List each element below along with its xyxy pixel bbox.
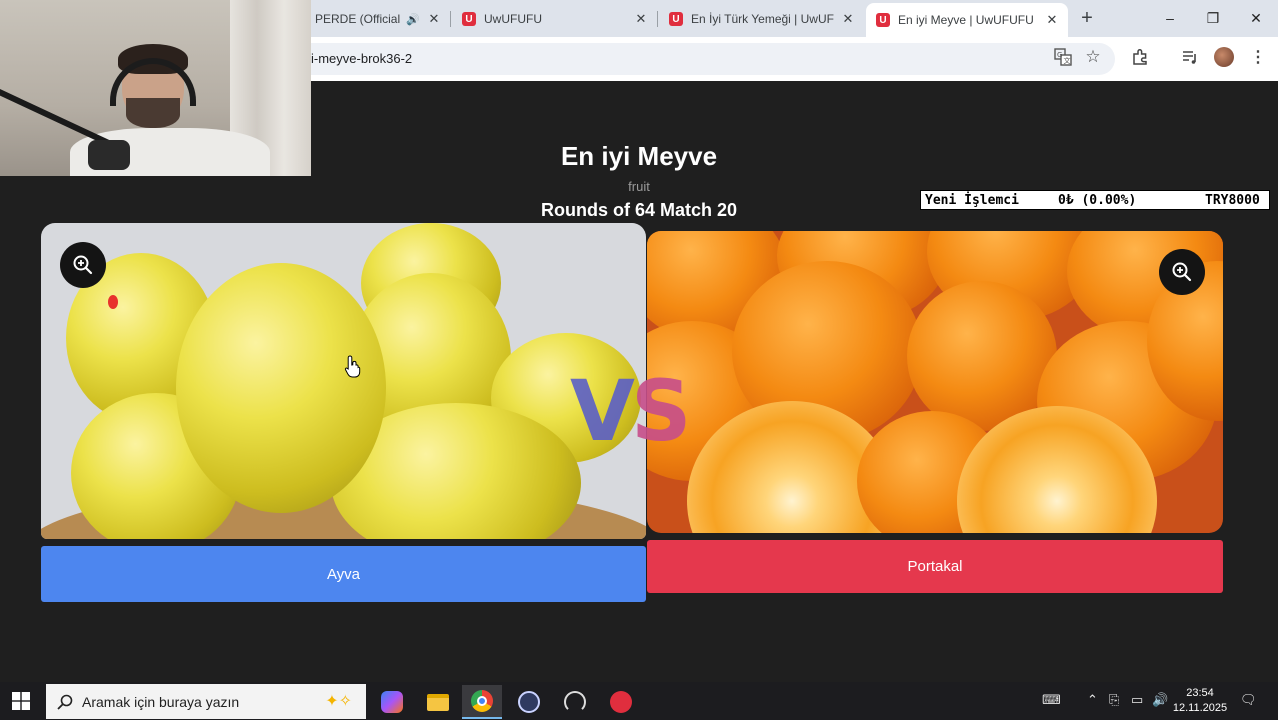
zoom-in-button[interactable]: [60, 242, 106, 288]
maximize-button[interactable]: ❐: [1193, 6, 1233, 30]
svg-text:文: 文: [1064, 56, 1071, 65]
tab-separator: [450, 11, 451, 27]
close-icon[interactable]: ✕: [1044, 12, 1060, 28]
clock-date: 12.11.2025: [1172, 702, 1228, 714]
zoom-in-icon: [1172, 262, 1192, 282]
media-control-icon[interactable]: [1179, 46, 1201, 68]
chrome-icon[interactable]: [462, 685, 502, 719]
copilot-icon[interactable]: [372, 685, 412, 719]
keyboard-icon[interactable]: ⌨: [1042, 692, 1061, 708]
uwufufu-favicon-icon: U: [669, 12, 683, 26]
tab-title: En iyi Meyve | UwUFUFU: [898, 13, 1034, 27]
svg-text:G: G: [1057, 51, 1062, 59]
zoom-in-button[interactable]: [1159, 249, 1205, 295]
stock-ticker-overlay: Yeni İşlemci 0₺ (0.00%) TRY8000: [920, 190, 1270, 210]
chevron-up-icon[interactable]: ⌃: [1087, 692, 1098, 708]
left-choice-image[interactable]: [41, 223, 646, 539]
obs-icon[interactable]: [509, 685, 549, 719]
ticker-change: 0₺ (0.00%): [1058, 193, 1137, 208]
vs-letter-v: V: [570, 362, 635, 460]
tab-turk-yemegi[interactable]: U En İyi Türk Yemeği | UwUFUF ✕: [659, 3, 864, 35]
tab-title: UwUFUFU: [484, 12, 542, 26]
search-placeholder: Aramak için buraya yazın: [82, 693, 240, 710]
ticker-name: Yeni İşlemci: [925, 193, 1019, 208]
hand-cursor-icon: [344, 355, 361, 378]
tab-uwufufu[interactable]: U UwUFUFU ✕: [452, 3, 657, 35]
close-icon[interactable]: ✕: [633, 11, 649, 27]
close-icon[interactable]: ✕: [426, 11, 442, 27]
speedtest-icon[interactable]: [555, 685, 595, 719]
right-choice-image[interactable]: [647, 231, 1223, 533]
zoom-in-icon: [73, 255, 93, 275]
menu-icon[interactable]: ⋮: [1247, 46, 1269, 68]
translate-icon[interactable]: G文: [1052, 46, 1074, 68]
tab-title: PERDE (Official V: [315, 12, 403, 26]
windows-start-icon[interactable]: [12, 692, 30, 710]
taskbar-search-box[interactable]: Aramak için buraya yazın ✦✧: [46, 684, 366, 719]
ticker-price: TRY8000: [1205, 193, 1260, 208]
red-marker: [108, 295, 118, 309]
right-choice-label: Portakal: [907, 558, 963, 575]
choose-left-button[interactable]: Ayva: [41, 546, 646, 602]
uwufufu-favicon-icon: U: [462, 12, 476, 26]
tab-separator: [657, 11, 658, 27]
app-icon[interactable]: [601, 685, 641, 719]
choose-right-button[interactable]: Portakal: [647, 540, 1223, 593]
page-title: En iyi Meyve: [560, 141, 718, 171]
url-text[interactable]: i-meyve-brok36-2: [311, 51, 412, 66]
vs-label: VS: [570, 362, 691, 460]
extensions-icon[interactable]: [1129, 46, 1151, 68]
close-window-button[interactable]: ✕: [1236, 6, 1276, 30]
uwufufu-favicon-icon: U: [876, 13, 890, 27]
new-tab-button[interactable]: +: [1076, 8, 1098, 30]
notification-icon[interactable]: 🗨: [1240, 692, 1257, 708]
quince-fruit-main: [176, 263, 386, 513]
profile-avatar[interactable]: [1213, 46, 1235, 68]
tab-youtube[interactable]: PERDE (Official V 🔊 ✕: [305, 3, 450, 35]
tab-en-iyi-meyve[interactable]: U En iyi Meyve | UwUFUFU ✕: [866, 3, 1068, 37]
tab-title: En İyi Türk Yemeği | UwUFUF: [691, 12, 834, 26]
file-explorer-icon[interactable]: [418, 685, 458, 719]
meet-icon[interactable]: ⎘: [1109, 692, 1119, 708]
vs-letter-s: S: [631, 362, 691, 460]
taskbar-clock[interactable]: 23:54 12.11.2025: [1170, 686, 1230, 716]
sparkle-icon: ✦✧: [325, 693, 352, 710]
search-icon: [57, 694, 73, 710]
windows-taskbar: Aramak için buraya yazın ✦✧ ⌨ ⌃ ⎘ ▭ 🔊 23…: [0, 682, 1278, 720]
clock-time: 23:54: [1186, 687, 1214, 699]
speaker-icon[interactable]: 🔊: [406, 13, 420, 26]
network-icon[interactable]: ▭: [1131, 692, 1143, 708]
bookmark-star-icon[interactable]: ☆: [1082, 46, 1104, 68]
close-icon[interactable]: ✕: [840, 11, 856, 27]
minimize-button[interactable]: –: [1150, 6, 1190, 30]
left-choice-label: Ayva: [326, 565, 361, 583]
volume-icon[interactable]: 🔊: [1152, 692, 1168, 708]
